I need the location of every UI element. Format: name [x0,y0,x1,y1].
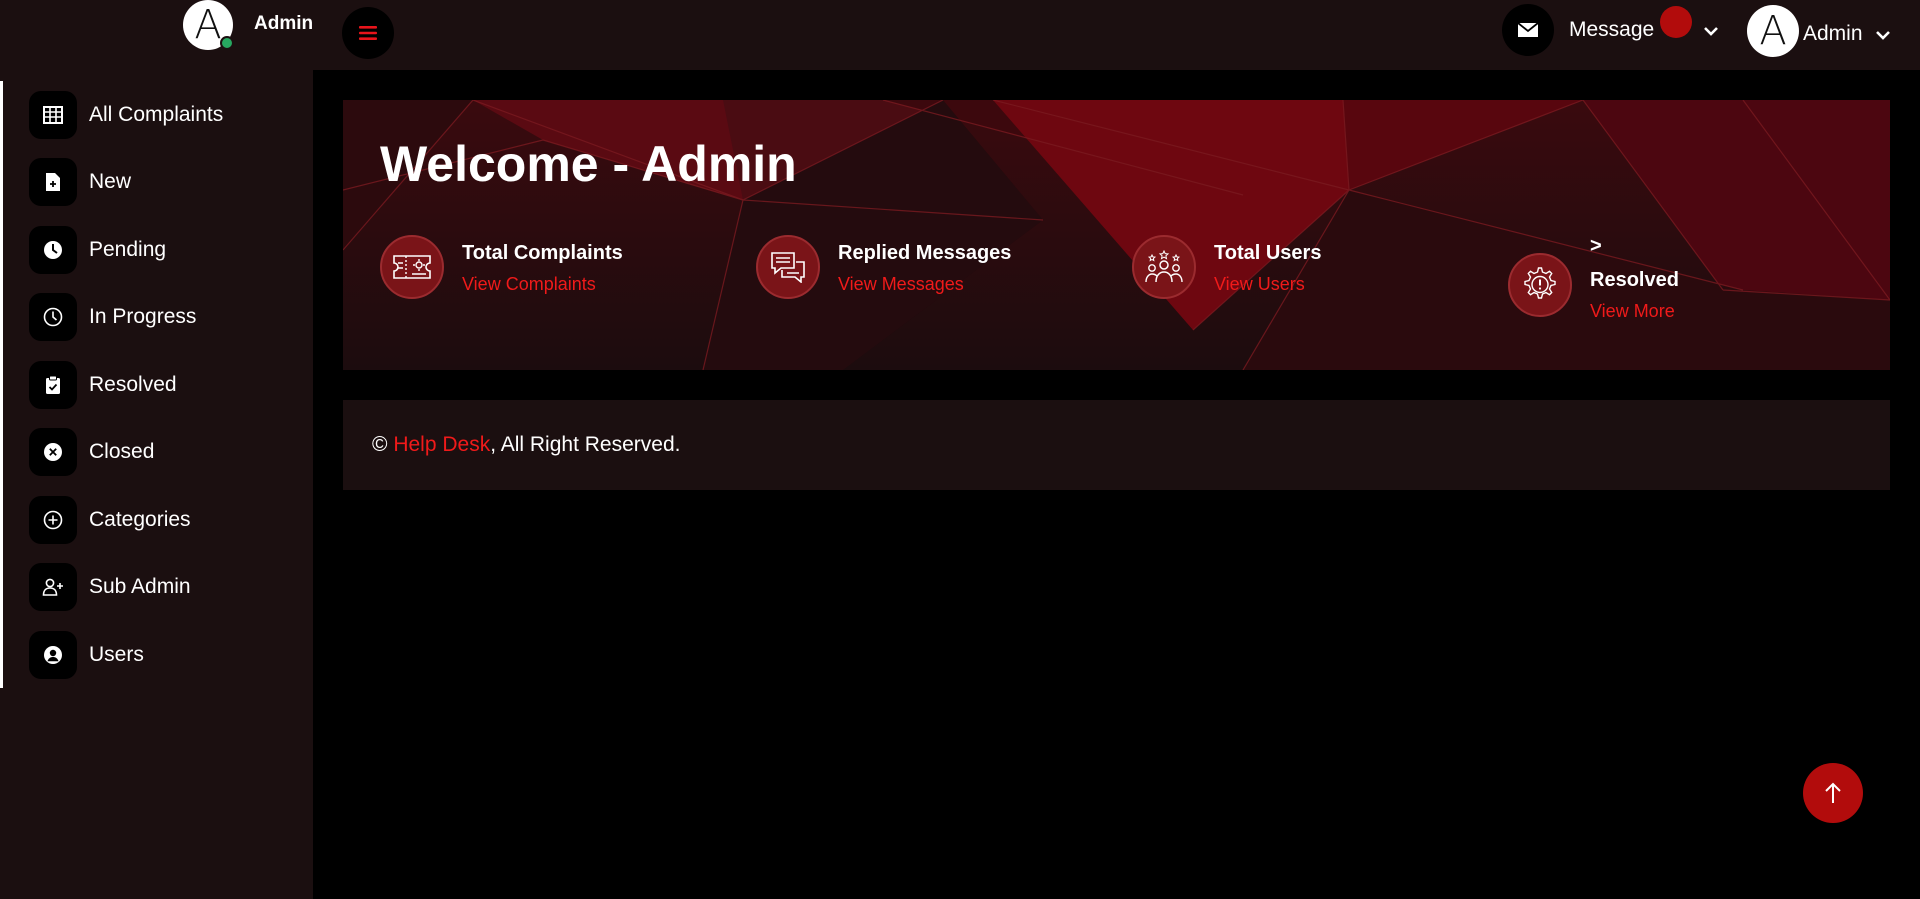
welcome-banner: Welcome - Admin Total Complaints View Co… [343,100,1890,370]
user-menu-name[interactable]: Admin [1803,22,1863,46]
sidebar-item-resolved[interactable]: Resolved [29,360,177,410]
clock-filled-icon [29,226,77,274]
chevron-down-icon[interactable] [1874,26,1892,44]
sidebar-item-label: Categories [89,508,191,531]
stat-prefix: > [1590,235,1602,257]
stat-title: Total Users [1214,242,1322,264]
sidebar-item-categories[interactable]: Categories [29,495,191,545]
page-title: Welcome - Admin [380,136,797,192]
sidebar-active-indicator [0,81,3,688]
file-plus-icon [29,158,77,206]
user-avatar[interactable]: A [1747,5,1799,57]
stat-title: Resolved [1590,269,1679,291]
sidebar-item-label: Sub Admin [89,575,191,598]
top-navbar: A Admin Message A Admin [0,0,1920,70]
view-more-link[interactable]: View More [1590,301,1675,322]
plus-circle-icon [29,496,77,544]
table-icon [29,91,77,139]
sidebar-item-sub-admin[interactable]: Sub Admin [29,562,191,612]
stat-title: Total Complaints [462,242,623,264]
sidebar: All Complaints New Pending In Progress R… [0,70,313,899]
sidebar-toggle-button[interactable] [342,7,394,59]
stat-title: Replied Messages [838,242,1012,264]
chevron-down-icon[interactable] [1702,22,1720,40]
user-plus-icon [29,563,77,611]
footer: © Help Desk, All Right Reserved. [343,400,1890,490]
ticket-icon [380,235,444,299]
sidebar-item-label: New [89,170,132,193]
message-label[interactable]: Message [1569,18,1654,42]
sidebar-item-label: Users [89,643,144,666]
hamburger-icon [359,26,377,40]
sidebar-item-users[interactable]: Users [29,630,144,680]
sidebar-item-all-complaints[interactable]: All Complaints [29,90,223,140]
sidebar-item-label: Pending [89,238,167,261]
envelope-icon [1517,22,1539,37]
clipboard-check-icon [29,361,77,409]
brand-name: Admin [254,13,314,34]
sidebar-item-new[interactable]: New [29,157,131,207]
sidebar-item-pending[interactable]: Pending [29,225,166,275]
arrow-up-icon [1825,782,1841,803]
online-status-dot [220,36,234,50]
sidebar-item-label: In Progress [89,305,197,328]
chat-icon [756,235,820,299]
sidebar-item-in-progress[interactable]: In Progress [29,292,196,342]
message-notification-dot [1660,6,1692,38]
sidebar-item-label: Resolved [89,373,177,396]
view-users-link[interactable]: View Users [1214,274,1305,295]
help-desk-link[interactable]: Help Desk [393,433,490,457]
sidebar-item-label: Closed [89,440,155,463]
message-button[interactable] [1502,4,1554,56]
gear-alert-icon [1508,253,1572,317]
copyright-text: , All Right Reserved. [490,433,681,456]
view-complaints-link[interactable]: View Complaints [462,274,596,295]
user-circle-icon [29,631,77,679]
sidebar-item-closed[interactable]: Closed [29,427,154,477]
view-messages-link[interactable]: View Messages [838,274,964,295]
x-circle-icon [29,428,77,476]
clock-outline-icon [29,293,77,341]
back-to-top-button[interactable] [1803,763,1863,823]
copyright-symbol: © [372,433,388,456]
sidebar-item-label: All Complaints [89,103,224,126]
users-stars-icon [1132,235,1196,299]
